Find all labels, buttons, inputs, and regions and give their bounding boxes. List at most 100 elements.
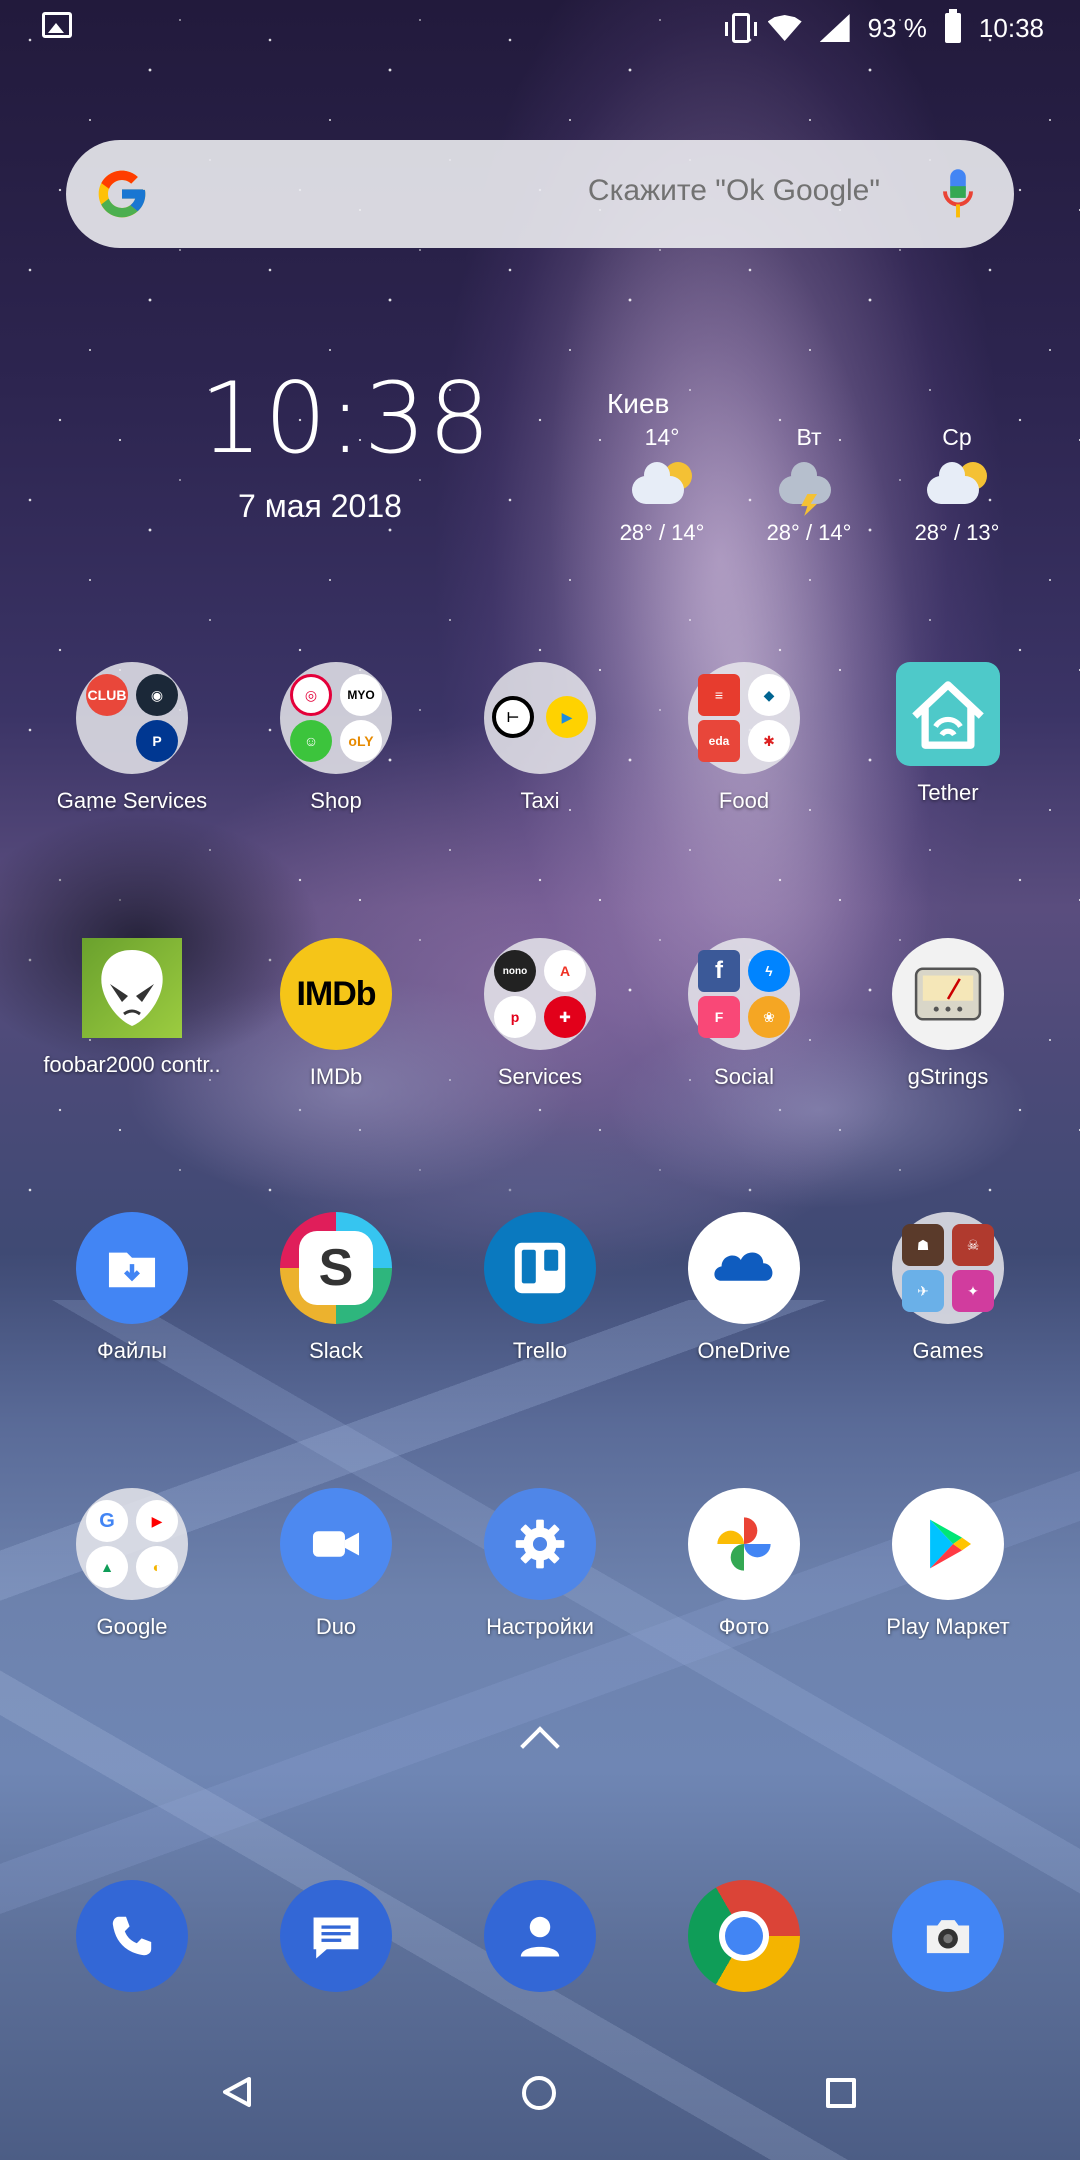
game-3-icon: ✈ [902, 1270, 944, 1312]
folder-social[interactable]: f ϟ F ❀ Social [644, 938, 844, 1090]
back-icon[interactable] [222, 2076, 252, 2108]
phone-icon [76, 1880, 188, 1992]
app-label: Play Маркет [886, 1614, 1010, 1639]
app-imdb[interactable]: IMDb IMDb [236, 938, 436, 1090]
club-icon: CLUB [86, 674, 128, 716]
photos-pinwheel-icon [688, 1488, 800, 1600]
folder-google[interactable]: G ▶ ▲ ◐ Google [32, 1488, 232, 1640]
app-slack[interactable]: S Slack [236, 1212, 436, 1364]
app-files[interactable]: Файлы [32, 1212, 232, 1364]
weather-city[interactable]: Киев [607, 388, 669, 420]
food-folder-icon: ≡ ◆ eda ✱ [688, 662, 800, 774]
app-photos[interactable]: Фото [644, 1488, 844, 1640]
dock-chrome[interactable] [644, 1880, 844, 1992]
monobank-icon: nono [494, 950, 536, 992]
eda-icon: eda [698, 720, 740, 762]
camera-icon [892, 1880, 1004, 1992]
folder-game-services[interactable]: CLUB ◉ P Game Services [32, 662, 232, 814]
facebook-icon: f [698, 950, 740, 992]
app-label: gStrings [907, 1064, 989, 1089]
tuner-gauge-icon [892, 938, 1004, 1050]
services-folder-icon: nono A p ✚ [484, 938, 596, 1050]
app-play-store[interactable]: Play Маркет [848, 1488, 1048, 1640]
status-icons: 93 % 10:38 [724, 8, 1044, 48]
partly-cloudy-icon [630, 460, 694, 514]
app-label: Фото [718, 1614, 770, 1639]
files-folder-icon [76, 1212, 188, 1324]
alfa-icon: A [544, 950, 586, 992]
folder-taxi[interactable]: ⊢ ▶ Taxi [440, 662, 640, 814]
lobster-icon: ✱ [748, 720, 790, 762]
weather-day-2[interactable]: Ср 28° / 13° [897, 424, 1017, 546]
app-label: Food [718, 788, 770, 813]
weather-temps: 28° / 14° [766, 520, 852, 545]
weather-temps: 28° / 14° [619, 520, 705, 545]
oly-icon: oLY [340, 720, 382, 762]
dock-phone[interactable] [32, 1880, 232, 1992]
microphone-icon[interactable] [942, 168, 974, 220]
target-icon: ◎ [290, 674, 332, 716]
weather-day-label: 14° [644, 424, 680, 450]
app-settings[interactable]: Настройки [440, 1488, 640, 1640]
medical-icon: ✚ [544, 996, 586, 1038]
app-duo[interactable]: Duo [236, 1488, 436, 1640]
game-4-icon: ✦ [952, 1270, 994, 1312]
chrome-icon [688, 1880, 800, 1992]
thunderstorm-icon [777, 460, 841, 516]
folder-shop[interactable]: ◎ MYO ☺ oLY Shop [236, 662, 436, 814]
folder-services[interactable]: nono A p ✚ Services [440, 938, 640, 1090]
weather-day-label: Вт [796, 424, 822, 450]
google-search-bar[interactable]: Скажите "Ok Google" [66, 140, 1014, 248]
navigation-bar [0, 2040, 1080, 2160]
google-g-icon [98, 170, 146, 218]
google-folder-icon: G ▶ ▲ ◐ [76, 1488, 188, 1600]
swarm-icon: ❀ [748, 996, 790, 1038]
foursquare-icon: F [698, 996, 740, 1038]
weather-day-0[interactable]: 14° 28° / 14° [602, 424, 722, 546]
app-icon: ◐ [136, 1546, 178, 1588]
imdb-icon: IMDb [280, 938, 392, 1050]
uber-icon: ⊢ [492, 696, 534, 738]
recent-apps-icon[interactable] [826, 2078, 856, 2108]
app-onedrive[interactable]: OneDrive [644, 1212, 844, 1364]
app-label: Настройки [486, 1614, 594, 1639]
app-label: Duo [315, 1614, 357, 1639]
image-notification-icon [42, 12, 72, 38]
app-label: foobar2000 contr.. [43, 1052, 221, 1077]
app-gstrings[interactable]: gStrings [848, 938, 1048, 1090]
frog-icon: ☺ [290, 720, 332, 762]
app-label: Taxi [520, 788, 560, 813]
gear-icon [484, 1488, 596, 1600]
app-label: Games [912, 1338, 984, 1363]
trello-icon [484, 1212, 596, 1324]
play-store-icon [892, 1488, 1004, 1600]
google-icon: G [86, 1500, 128, 1542]
clock-date[interactable]: 7 мая 2018 [200, 488, 440, 525]
app-trello[interactable]: Trello [440, 1212, 640, 1364]
yandex-taxi-icon: ▶ [546, 696, 588, 738]
status-bar: 93 % 10:38 [0, 0, 1080, 54]
social-folder-icon: f ϟ F ❀ [688, 938, 800, 1050]
folder-games[interactable]: ☗ ☠ ✈ ✦ Games [848, 1212, 1048, 1364]
steam-icon: ◉ [136, 674, 178, 716]
signal-icon [819, 14, 850, 42]
app-label: IMDb [309, 1064, 363, 1089]
dock-messages[interactable] [236, 1880, 436, 1992]
dock-camera[interactable] [848, 1880, 1048, 1992]
app-label: Google [96, 1614, 168, 1639]
restaurant-icon: ≡ [698, 674, 740, 716]
dock-contacts[interactable] [440, 1880, 640, 1992]
search-hint-text: Скажите "Ok Google" [587, 174, 880, 207]
app-label: Trello [512, 1338, 568, 1363]
home-icon[interactable] [522, 2076, 556, 2110]
foobar-alien-icon [82, 938, 182, 1038]
app-label: Tether [917, 780, 979, 805]
game-2-icon: ☠ [952, 1224, 994, 1266]
app-tether[interactable]: Tether [848, 662, 1048, 806]
app-foobar2000[interactable]: foobar2000 contr.. [32, 938, 232, 1078]
weather-day-1[interactable]: Вт 28° / 14° [749, 424, 869, 546]
clock-time[interactable]: 10:38 [200, 362, 490, 476]
contacts-person-icon [484, 1880, 596, 1992]
folder-food[interactable]: ≡ ◆ eda ✱ Food [644, 662, 844, 814]
messages-icon [280, 1880, 392, 1992]
